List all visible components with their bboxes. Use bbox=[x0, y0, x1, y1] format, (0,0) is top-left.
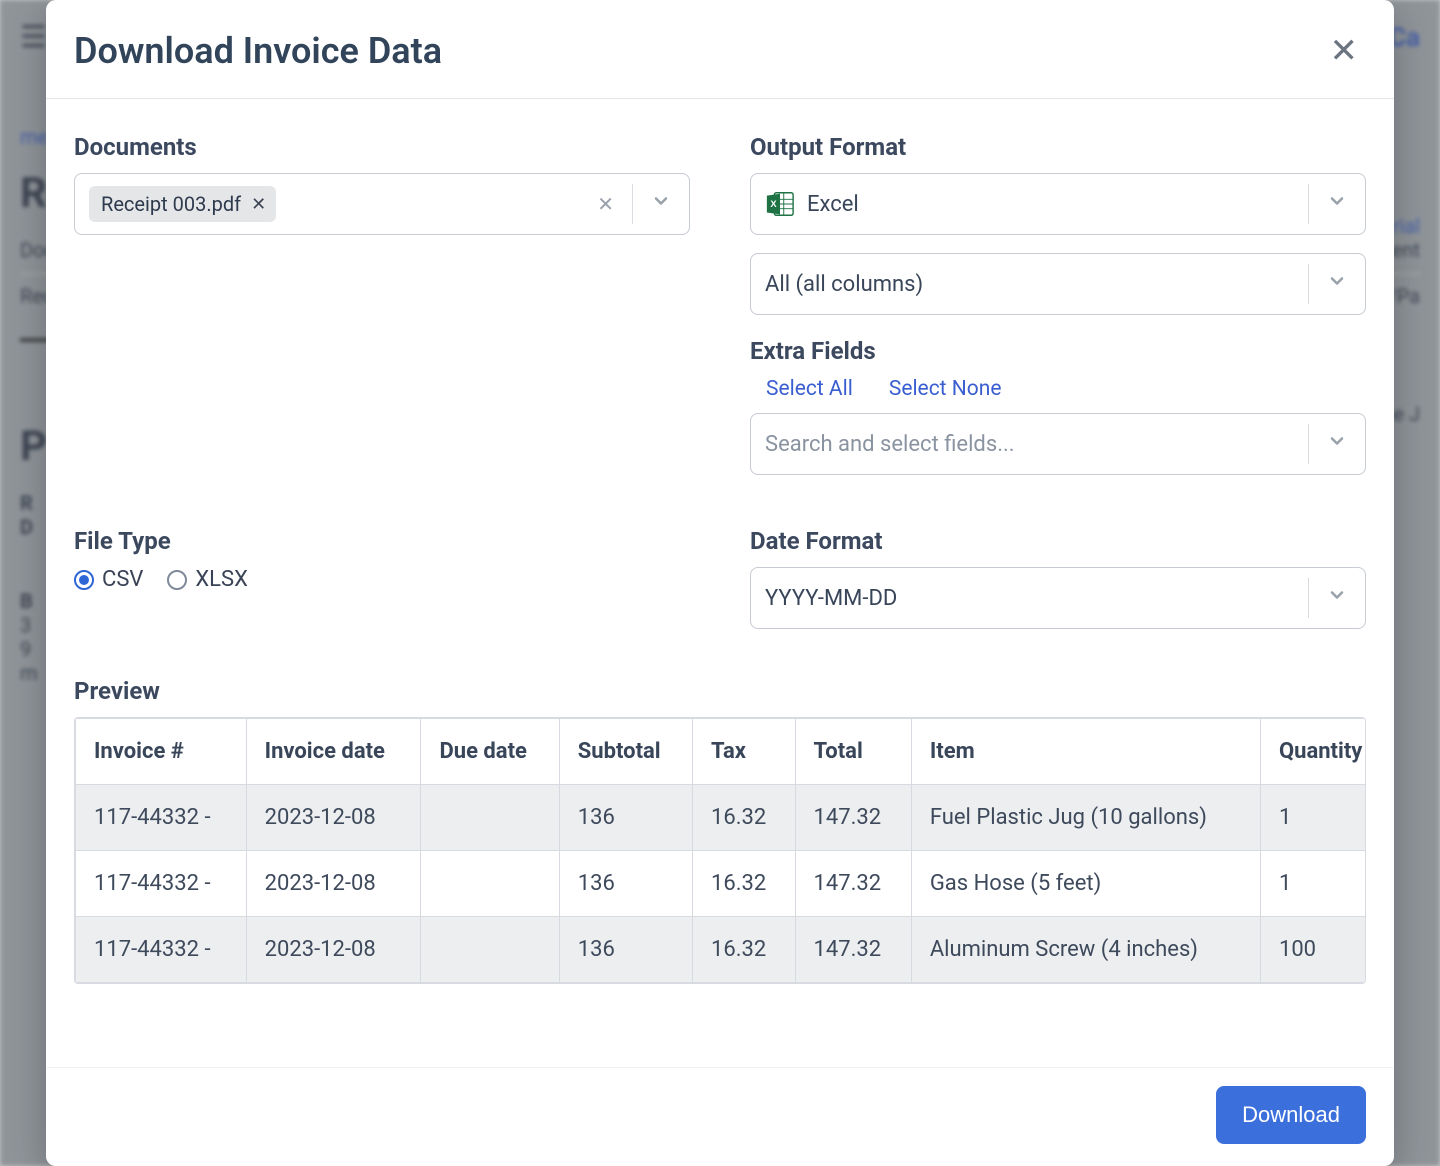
file-type-radio-group: CSV XLSX bbox=[74, 567, 690, 592]
preview-cell: 2023-12-08 bbox=[246, 917, 421, 983]
preview-cell: 1 bbox=[1260, 785, 1366, 851]
preview-cell: Aluminum Screw (4 inches) bbox=[911, 917, 1260, 983]
preview-cell: 136 bbox=[559, 785, 692, 851]
preview-header-cell: Item bbox=[911, 719, 1260, 785]
modal-header: Download Invoice Data ✕ bbox=[46, 0, 1394, 99]
clear-documents-icon[interactable]: ✕ bbox=[589, 192, 622, 216]
chevron-down-icon[interactable] bbox=[1319, 431, 1355, 457]
extra-fields-placeholder: Search and select fields... bbox=[765, 432, 1015, 457]
excel-icon: X bbox=[765, 190, 795, 218]
documents-select[interactable]: Receipt 003.pdf ✕ ✕ bbox=[74, 173, 690, 235]
extra-fields-select[interactable]: Search and select fields... bbox=[750, 413, 1366, 475]
preview-cell: 16.32 bbox=[692, 851, 795, 917]
document-chip: Receipt 003.pdf ✕ bbox=[89, 186, 276, 222]
radio-selected-icon bbox=[74, 570, 94, 590]
preview-table: Invoice #Invoice dateDue dateSubtotalTax… bbox=[75, 718, 1366, 983]
radio-label: CSV bbox=[102, 567, 143, 592]
documents-label: Documents bbox=[74, 133, 690, 161]
preview-header-cell: Invoice # bbox=[76, 719, 247, 785]
preview-cell: 16.32 bbox=[692, 785, 795, 851]
preview-cell bbox=[421, 917, 559, 983]
preview-header-cell: Tax bbox=[692, 719, 795, 785]
remove-document-icon[interactable]: ✕ bbox=[251, 194, 266, 215]
date-format-value: YYYY-MM-DD bbox=[765, 586, 897, 611]
preview-cell: Fuel Plastic Jug (10 gallons) bbox=[911, 785, 1260, 851]
close-icon: ✕ bbox=[1330, 32, 1359, 70]
svg-text:X: X bbox=[770, 199, 777, 209]
chevron-down-icon[interactable] bbox=[1319, 271, 1355, 297]
preview-cell: 100 bbox=[1260, 917, 1366, 983]
preview-header-cell: Quantity bbox=[1260, 719, 1366, 785]
preview-header-cell: Due date bbox=[421, 719, 559, 785]
preview-cell: Gas Hose (5 feet) bbox=[911, 851, 1260, 917]
divider bbox=[1308, 578, 1309, 618]
file-type-label: File Type bbox=[74, 527, 690, 555]
download-button[interactable]: Download bbox=[1216, 1086, 1366, 1144]
table-row: 117-44332 -2023-12-08 13616.32147.32Fuel … bbox=[76, 785, 1367, 851]
preview-cell bbox=[421, 785, 559, 851]
date-format-label: Date Format bbox=[750, 527, 1366, 555]
preview-cell: 147.32 bbox=[795, 917, 911, 983]
columns-value: All (all columns) bbox=[765, 272, 923, 297]
output-format-select[interactable]: X Excel bbox=[750, 173, 1366, 235]
preview-header-cell: Subtotal bbox=[559, 719, 692, 785]
modal-title: Download Invoice Data bbox=[74, 30, 442, 72]
select-all-link[interactable]: Select All bbox=[766, 377, 853, 401]
file-type-csv-radio[interactable]: CSV bbox=[74, 567, 143, 592]
columns-select[interactable]: All (all columns) bbox=[750, 253, 1366, 315]
preview-header-cell: Invoice date bbox=[246, 719, 421, 785]
preview-cell: 117-44332 - bbox=[76, 917, 247, 983]
divider bbox=[1308, 424, 1309, 464]
preview-table-container[interactable]: Invoice #Invoice dateDue dateSubtotalTax… bbox=[74, 717, 1366, 984]
divider bbox=[1308, 184, 1309, 224]
preview-cell: 2023-12-08 bbox=[246, 851, 421, 917]
table-row: 117-44332 -2023-12-08 13616.32147.32Alumi… bbox=[76, 917, 1367, 983]
close-button[interactable]: ✕ bbox=[1322, 30, 1367, 72]
extra-fields-label: Extra Fields bbox=[750, 337, 1366, 365]
select-none-link[interactable]: Select None bbox=[889, 377, 1002, 401]
chevron-down-icon[interactable] bbox=[1319, 585, 1355, 611]
preview-cell: 147.32 bbox=[795, 785, 911, 851]
preview-cell: 1 bbox=[1260, 851, 1366, 917]
preview-cell: 136 bbox=[559, 917, 692, 983]
preview-header-cell: Total bbox=[795, 719, 911, 785]
preview-cell: 16.32 bbox=[692, 917, 795, 983]
chevron-down-icon[interactable] bbox=[1319, 191, 1355, 217]
radio-unselected-icon bbox=[167, 570, 187, 590]
preview-cell: 117-44332 - bbox=[76, 785, 247, 851]
output-format-label: Output Format bbox=[750, 133, 1366, 161]
file-type-xlsx-radio[interactable]: XLSX bbox=[167, 567, 248, 592]
preview-cell: 136 bbox=[559, 851, 692, 917]
preview-cell: 2023-12-08 bbox=[246, 785, 421, 851]
preview-cell: 117-44332 - bbox=[76, 851, 247, 917]
preview-cell bbox=[421, 851, 559, 917]
radio-label: XLSX bbox=[195, 567, 248, 592]
document-chip-label: Receipt 003.pdf bbox=[101, 192, 241, 216]
preview-cell: 147.32 bbox=[795, 851, 911, 917]
table-row: 117-44332 -2023-12-08 13616.32147.32Gas H… bbox=[76, 851, 1367, 917]
divider bbox=[1308, 264, 1309, 304]
divider bbox=[632, 184, 633, 224]
preview-label: Preview bbox=[74, 677, 1366, 705]
date-format-select[interactable]: YYYY-MM-DD bbox=[750, 567, 1366, 629]
modal-body: Documents Receipt 003.pdf ✕ ✕ bbox=[46, 99, 1394, 1067]
output-format-value: Excel bbox=[807, 192, 859, 217]
download-invoice-modal: Download Invoice Data ✕ Documents Receip… bbox=[46, 0, 1394, 1166]
modal-footer: Download bbox=[46, 1067, 1394, 1166]
chevron-down-icon[interactable] bbox=[643, 191, 679, 217]
